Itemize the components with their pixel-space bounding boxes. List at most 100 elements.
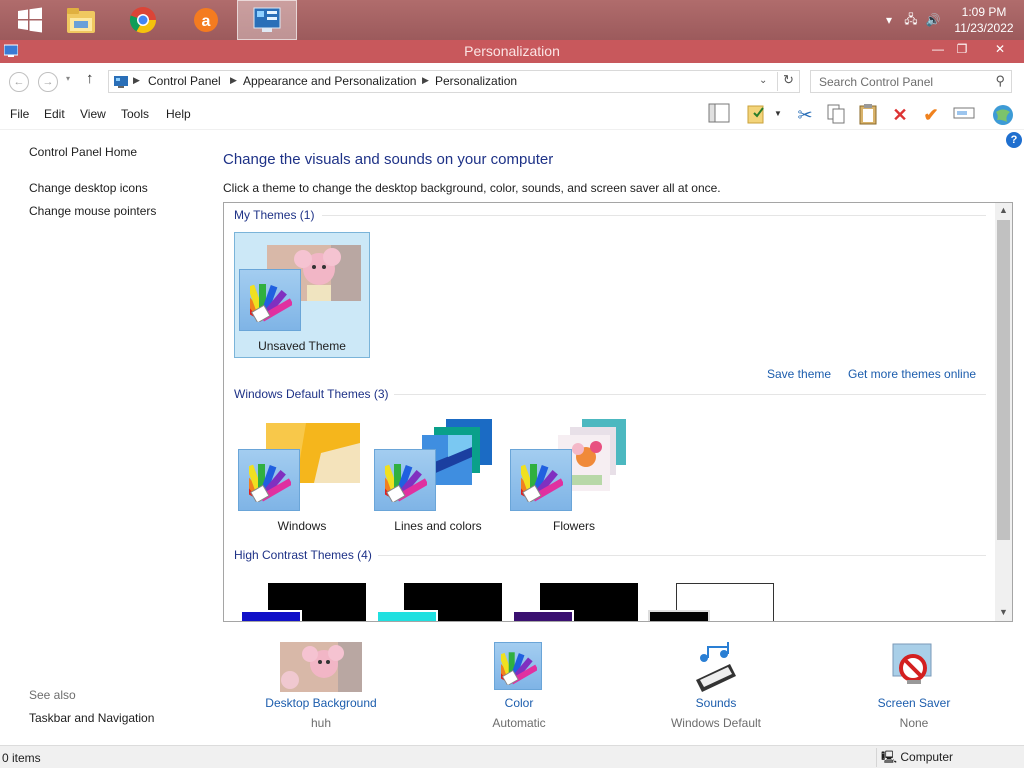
forward-arrow-icon[interactable]: → <box>38 72 58 92</box>
color-fan-icon <box>521 464 563 502</box>
control-panel-home-link[interactable]: Control Panel Home <box>29 145 137 159</box>
chrome-taskbar-button[interactable] <box>113 0 173 40</box>
file-explorer-taskbar-button[interactable] <box>51 0 111 40</box>
group-high-contrast-themes: High Contrast Themes (4) <box>234 548 372 562</box>
menu-tools[interactable]: Tools <box>121 107 149 121</box>
setting-value: Automatic <box>492 716 546 730</box>
clock[interactable]: 1:09 PM 11/23/2022 <box>944 4 1024 36</box>
get-more-themes-link[interactable]: Get more themes online <box>848 367 976 381</box>
theme-high-contrast-white[interactable] <box>642 572 778 621</box>
menu-help[interactable]: Help <box>166 107 191 121</box>
cut-icon[interactable]: ✂ <box>792 103 818 127</box>
breadcrumb-separator-icon[interactable]: ▶ <box>422 75 429 86</box>
theme-label: Flowers <box>552 519 595 533</box>
chevron-up-icon[interactable]: ▾ <box>878 13 900 27</box>
maximize-button[interactable]: ❐ <box>948 40 976 60</box>
layout-pane-icon[interactable] <box>706 103 732 127</box>
breadcrumb-separator-icon[interactable]: ▶ <box>230 75 237 86</box>
theme-high-contrast-2[interactable] <box>370 572 506 621</box>
breadcrumb-personalization[interactable]: Personalization <box>435 74 517 88</box>
network-icon[interactable]: 🖧 <box>900 10 922 31</box>
globe-icon[interactable] <box>990 103 1016 127</box>
computer-icon: 🖳 <box>881 750 898 764</box>
theme-list[interactable]: My Themes (1) Unsaved Theme Save theme G… <box>223 202 1013 622</box>
help-icon[interactable]: ? <box>1006 132 1022 148</box>
control-panel-taskbar-button[interactable] <box>237 0 297 40</box>
search-icon[interactable]: ⚲ <box>995 73 1005 89</box>
breadcrumb-control-panel[interactable]: Control Panel <box>148 74 221 88</box>
color-fan-icon <box>385 464 427 502</box>
menu-edit[interactable]: Edit <box>44 107 65 121</box>
windows-logo-icon <box>18 7 42 33</box>
menu-view[interactable]: View <box>80 107 106 121</box>
taskbar: a ▾ 🖧 🔊 1:09 PM 11/23/2022 <box>0 0 1024 40</box>
theme-unsaved[interactable]: Unsaved Theme <box>234 232 370 358</box>
rename-icon[interactable] <box>951 103 977 127</box>
svg-text:a: a <box>202 13 211 30</box>
recent-locations-chevron-icon[interactable]: ▾ <box>66 74 70 83</box>
theme-windows[interactable]: Windows <box>234 411 370 537</box>
address-field[interactable]: ▶ Control Panel ▶ Appearance and Persona… <box>108 70 800 93</box>
setting-label[interactable]: Color <box>439 696 599 710</box>
theme-flowers[interactable]: Flowers <box>506 411 642 537</box>
desktop-background-thumbnail-icon <box>280 642 362 692</box>
address-dropdown-chevron-icon[interactable]: ⌄ <box>759 75 767 86</box>
theme-high-contrast-1[interactable] <box>234 572 370 621</box>
checkmark-icon[interactable]: ✔ <box>918 103 944 127</box>
properties-folder-icon[interactable] <box>744 103 770 127</box>
avast-taskbar-button[interactable]: a <box>176 0 236 40</box>
volume-icon[interactable]: 🔊 <box>922 13 944 27</box>
color-swatch <box>494 642 542 690</box>
change-desktop-icons-link[interactable]: Change desktop icons <box>29 181 148 195</box>
theme-lines-and-colors[interactable]: Lines and colors <box>370 411 506 537</box>
scroll-down-arrow-icon[interactable]: ▼ <box>995 607 1012 617</box>
sounds-music-icon <box>696 642 736 692</box>
copy-icon[interactable] <box>823 103 849 127</box>
color-fan-icon <box>501 652 537 685</box>
menu-bar: File Edit View Tools Help ▼ ✂ ✕ ✔ <box>0 99 1024 130</box>
save-theme-link[interactable]: Save theme <box>767 367 831 381</box>
group-default-themes: Windows Default Themes (3) <box>234 387 389 401</box>
status-bar: 0 items 🖳 Computer <box>0 745 1024 768</box>
folder-icon <box>67 8 95 33</box>
chrome-icon <box>129 7 157 34</box>
change-mouse-pointers-link[interactable]: Change mouse pointers <box>29 204 156 218</box>
taskbar-navigation-link[interactable]: Taskbar and Navigation <box>29 711 154 725</box>
delete-icon[interactable]: ✕ <box>887 103 913 127</box>
setting-label[interactable]: Sounds <box>636 696 796 710</box>
theme-label: Lines and colors <box>394 519 482 533</box>
clock-date: 11/23/2022 <box>954 21 1014 35</box>
see-also-label: See also <box>29 688 76 702</box>
search-placeholder: Search Control Panel <box>819 75 934 89</box>
group-divider <box>322 215 986 216</box>
refresh-icon[interactable]: ↻ <box>777 72 799 91</box>
theme-list-scrollbar[interactable]: ▲ ▼ <box>995 203 1012 621</box>
window-titlebar[interactable]: Personalization — ❐ ✕ <box>0 40 1024 63</box>
scroll-up-arrow-icon[interactable]: ▲ <box>995 205 1012 215</box>
color-fan-icon <box>250 284 292 322</box>
group-my-themes: My Themes (1) <box>234 208 315 222</box>
breadcrumb-appearance[interactable]: Appearance and Personalization <box>243 74 416 88</box>
setting-label[interactable]: Desktop Background <box>241 696 401 710</box>
properties-dropdown-chevron-icon[interactable]: ▼ <box>774 109 782 118</box>
paste-icon[interactable] <box>855 103 881 127</box>
screen-saver-icon <box>892 643 932 684</box>
setting-label[interactable]: Screen Saver <box>834 696 994 710</box>
back-arrow-icon[interactable]: ← <box>9 72 29 92</box>
menu-file[interactable]: File <box>10 107 29 121</box>
scrollbar-thumb[interactable] <box>997 220 1010 540</box>
group-divider <box>394 394 986 395</box>
up-arrow-icon[interactable]: ↑ <box>86 70 94 87</box>
control-panel-small-icon <box>114 76 128 88</box>
color-swatch <box>374 449 436 511</box>
item-count: 0 items <box>2 751 41 765</box>
theme-label: Unsaved Theme <box>258 339 346 353</box>
group-divider <box>378 555 986 556</box>
status-location: 🖳 Computer <box>876 748 953 767</box>
search-box[interactable]: Search Control Panel ⚲ <box>810 70 1012 93</box>
close-button[interactable]: ✕ <box>984 40 1016 60</box>
breadcrumb-separator-icon[interactable]: ▶ <box>133 75 140 86</box>
color-swatch <box>238 449 300 511</box>
color-swatch <box>510 449 572 511</box>
theme-high-contrast-black[interactable] <box>506 572 642 621</box>
